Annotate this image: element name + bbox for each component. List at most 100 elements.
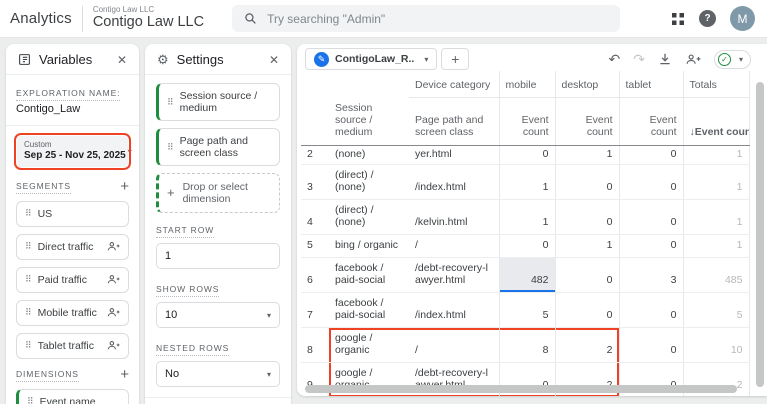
source-cell[interactable]: (direct) / (none)	[329, 164, 409, 199]
totals-cell[interactable]: 1	[683, 234, 749, 257]
vertical-scrollbar[interactable]	[756, 82, 764, 387]
download-icon[interactable]	[658, 52, 672, 66]
segment-chip-paid-traffic[interactable]: ⠿ Paid traffic	[16, 267, 129, 293]
metric-header[interactable]: Event count	[619, 98, 683, 146]
source-cell[interactable]: facebook / paid-social	[329, 292, 409, 327]
plus-icon: +	[451, 51, 459, 67]
help-icon[interactable]: ?	[699, 10, 716, 27]
row-number-cell: 8	[301, 327, 329, 362]
drag-handle-icon[interactable]: ⠿	[25, 274, 31, 285]
row-header-page-path[interactable]: Page path and screen class	[409, 98, 499, 146]
close-icon[interactable]: ✕	[269, 53, 279, 67]
row-number-cell: 2	[301, 145, 329, 164]
segment-chip-mobile-traffic[interactable]: ⠿ Mobile traffic	[16, 300, 129, 326]
metric-cell-selected[interactable]: 482	[499, 257, 555, 292]
search-bar[interactable]: Try searching "Admin"	[232, 5, 620, 32]
metric-cell[interactable]: 0	[619, 234, 683, 257]
metric-cell[interactable]: 0	[619, 164, 683, 199]
drag-handle-icon[interactable]: ⠿	[25, 208, 31, 219]
source-cell[interactable]: (none)	[329, 145, 409, 164]
drop-dimension-zone[interactable]: + Drop or select dimension	[156, 173, 280, 213]
metric-cell[interactable]: 0	[499, 234, 555, 257]
metric-cell[interactable]: 0	[619, 292, 683, 327]
exploration-name-value[interactable]: Contigo_Law	[16, 103, 129, 115]
avatar[interactable]: M	[730, 6, 755, 31]
metric-cell[interactable]: 1	[555, 145, 619, 164]
metric-cell[interactable]: 0	[555, 292, 619, 327]
horizontal-scrollbar[interactable]	[305, 385, 737, 393]
chevron-down-icon: ▾	[128, 147, 132, 156]
start-row-input[interactable]: 1	[156, 243, 280, 269]
column-dimension-header[interactable]: Device category	[409, 71, 499, 98]
data-quality-button[interactable]: ✓ ▾	[714, 50, 751, 69]
metric-header[interactable]: Event count	[499, 98, 555, 146]
drag-handle-icon[interactable]: ⠿	[167, 97, 173, 108]
totals-cell[interactable]: 485	[683, 257, 749, 292]
show-rows-select[interactable]: 10 ▾	[156, 302, 280, 328]
metric-cell[interactable]: 5	[499, 292, 555, 327]
metric-cell[interactable]: 8	[499, 327, 555, 362]
page-cell[interactable]: /index.html	[409, 292, 499, 327]
drag-handle-icon[interactable]: ⠿	[27, 396, 33, 404]
property-switcher[interactable]: Contigo Law LLC Contigo Law LLC	[93, 6, 204, 31]
metric-cell[interactable]: 0	[619, 145, 683, 164]
totals-cell[interactable]: 1	[683, 199, 749, 234]
column-header-totals[interactable]: Totals	[683, 71, 749, 98]
close-icon[interactable]: ✕	[117, 53, 127, 67]
undo-icon[interactable]: ↶	[609, 52, 621, 66]
totals-cell[interactable]: 1	[683, 145, 749, 164]
apps-grid-icon[interactable]	[671, 12, 685, 26]
row-header-session-source[interactable]: Session source / medium	[329, 98, 409, 146]
nested-rows-select[interactable]: No ▾	[156, 361, 280, 387]
rows-dimension-chip-page-path[interactable]: ⠿ Page path and screen class	[156, 128, 280, 166]
add-segment-button[interactable]: +	[120, 182, 129, 192]
row-number-cell: 3	[301, 164, 329, 199]
rows-dimension-chip-session-source[interactable]: ⠿ Session source / medium	[156, 83, 280, 121]
metric-cell[interactable]: 0	[619, 327, 683, 362]
column-header-desktop[interactable]: desktop	[555, 71, 619, 98]
source-cell[interactable]: google / organic	[329, 327, 409, 362]
redo-icon[interactable]: ↷	[633, 52, 645, 66]
page-cell[interactable]: /	[409, 234, 499, 257]
segment-chip-tablet-traffic[interactable]: ⠿ Tablet traffic	[16, 333, 129, 359]
dimension-chip-event-name[interactable]: ⠿ Event name	[16, 389, 129, 404]
tab-contigolaw-report[interactable]: ✎ ContigoLaw_R.. ▾	[305, 48, 437, 70]
metric-cell[interactable]: 1	[499, 199, 555, 234]
metric-cell[interactable]: 2	[555, 327, 619, 362]
date-range-value: Sep 25 - Nov 25, 2025	[24, 150, 126, 163]
metric-cell[interactable]: 1	[555, 234, 619, 257]
totals-metric-header-sorted[interactable]: ↓Event count	[683, 98, 749, 146]
source-cell[interactable]: bing / organic	[329, 234, 409, 257]
segment-chip-direct-traffic[interactable]: ⠿ Direct traffic	[16, 234, 129, 260]
metric-cell[interactable]: 0	[555, 199, 619, 234]
metric-cell[interactable]: 0	[555, 257, 619, 292]
source-cell[interactable]: facebook / paid-social	[329, 257, 409, 292]
add-tab-button[interactable]: +	[441, 48, 469, 70]
page-cell[interactable]: /kelvin.html	[409, 199, 499, 234]
share-user-icon[interactable]	[685, 53, 701, 66]
column-header-mobile[interactable]: mobile	[499, 71, 555, 98]
page-cell[interactable]: /index.html	[409, 164, 499, 199]
totals-cell[interactable]: 5	[683, 292, 749, 327]
row-number-cell: 5	[301, 234, 329, 257]
metric-cell[interactable]: 0	[499, 145, 555, 164]
source-cell[interactable]: (direct) / (none)	[329, 199, 409, 234]
segment-chip-us[interactable]: ⠿ US	[16, 201, 129, 227]
metric-cell[interactable]: 1	[499, 164, 555, 199]
drag-handle-icon[interactable]: ⠿	[167, 142, 173, 153]
drag-handle-icon[interactable]: ⠿	[25, 340, 31, 351]
drag-handle-icon[interactable]: ⠿	[25, 307, 31, 318]
metric-header[interactable]: Event count	[555, 98, 619, 146]
metric-cell[interactable]: 0	[555, 164, 619, 199]
page-cell[interactable]: yer.html	[409, 145, 499, 164]
column-header-tablet[interactable]: tablet	[619, 71, 683, 98]
totals-cell[interactable]: 1	[683, 164, 749, 199]
date-range-selector[interactable]: Custom Sep 25 - Nov 25, 2025 ▾	[17, 136, 128, 167]
drag-handle-icon[interactable]: ⠿	[25, 241, 31, 252]
metric-cell[interactable]: 0	[619, 199, 683, 234]
totals-cell[interactable]: 10	[683, 327, 749, 362]
add-dimension-button[interactable]: +	[120, 370, 129, 380]
metric-cell[interactable]: 3	[619, 257, 683, 292]
page-cell[interactable]: /debt-recovery-lawyer.html	[409, 257, 499, 292]
page-cell[interactable]: /	[409, 327, 499, 362]
